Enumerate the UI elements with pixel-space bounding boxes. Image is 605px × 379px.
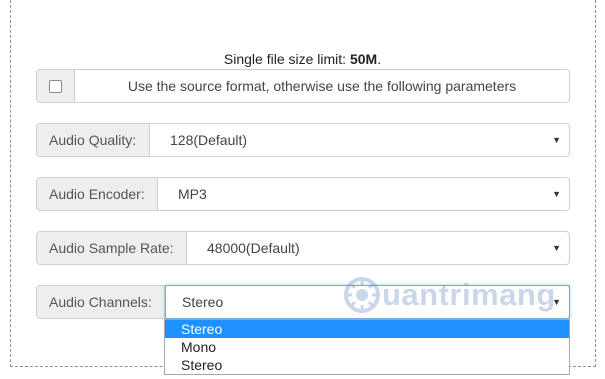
- channels-select[interactable]: Stereo ▼: [165, 285, 570, 319]
- audio-encoder-label: Audio Encoder:: [37, 178, 158, 210]
- file-size-limit: Single file size limit: 50M.: [0, 51, 605, 67]
- channels-option[interactable]: Mono: [165, 338, 569, 356]
- sample-rate-label: Audio Sample Rate:: [37, 232, 187, 264]
- source-format-row: Use the source format, otherwise use the…: [36, 69, 570, 103]
- channels-value: Stereo: [182, 294, 224, 310]
- channels-option[interactable]: Stereo: [165, 356, 569, 374]
- channels-row: Audio Channels: Stereo ▼: [36, 285, 570, 319]
- file-size-limit-value: 50M: [349, 51, 378, 67]
- caret-down-icon: ▼: [552, 189, 561, 199]
- source-format-checkbox[interactable]: [49, 79, 62, 93]
- channels-label: Audio Channels:: [37, 286, 165, 318]
- sample-rate-select[interactable]: 48000(Default) ▼: [187, 232, 569, 264]
- audio-quality-select[interactable]: 128(Default) ▼: [150, 124, 569, 156]
- channels-dropdown-list: Stereo Mono Stereo: [164, 319, 570, 375]
- caret-down-icon: ▼: [552, 297, 561, 307]
- audio-quality-value: 128(Default): [170, 132, 248, 148]
- audio-quality-label: Audio Quality:: [37, 124, 150, 156]
- channels-option[interactable]: Stereo: [165, 320, 569, 338]
- caret-down-icon: ▼: [552, 243, 561, 253]
- caret-down-icon: ▼: [552, 135, 561, 145]
- audio-encoder-select[interactable]: MP3 ▼: [158, 178, 569, 210]
- source-format-label: Use the source format, otherwise use the…: [127, 78, 517, 94]
- audio-encoder-row: Audio Encoder: MP3 ▼: [36, 177, 570, 211]
- file-size-limit-prefix: Single file size limit:: [223, 51, 350, 67]
- source-format-checkbox-addon: [37, 70, 75, 102]
- sample-rate-value: 48000(Default): [207, 240, 300, 256]
- audio-encoder-value: MP3: [178, 186, 207, 202]
- file-size-limit-suffix: .: [377, 51, 382, 67]
- audio-quality-row: Audio Quality: 128(Default) ▼: [36, 123, 570, 157]
- sample-rate-row: Audio Sample Rate: 48000(Default) ▼: [36, 231, 570, 265]
